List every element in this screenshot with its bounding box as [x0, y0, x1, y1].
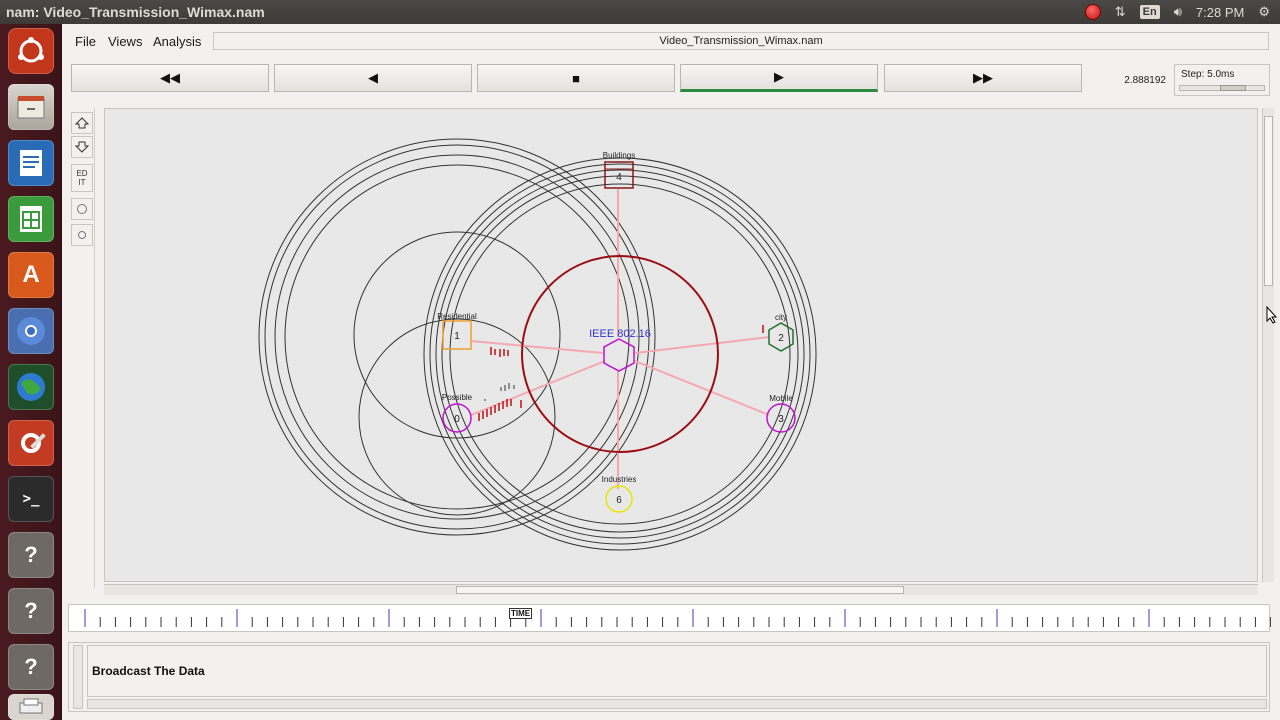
radio-option-2[interactable] — [71, 224, 93, 246]
unknown-app-icon-3[interactable]: ? — [8, 644, 54, 690]
annotation-panel: Broadcast The Data — [68, 642, 1270, 712]
gear-icon[interactable]: ⚙ — [1258, 4, 1270, 20]
network-arrows-icon[interactable]: ⇅ — [1115, 4, 1126, 20]
node-3-number: 3 — [778, 414, 784, 425]
chromium-icon[interactable] — [8, 308, 54, 354]
timeline-marker[interactable]: TIME — [509, 608, 533, 619]
animation-canvas[interactable]: 4 Buildings 1 Residential 0 Possible IEE… — [104, 108, 1258, 582]
globe-icon[interactable] — [8, 364, 54, 410]
base-station-range — [521, 255, 719, 453]
unknown-app-icon-2[interactable]: ? — [8, 588, 54, 634]
window-title: nam: Video_Transmission_Wimax.nam — [6, 4, 265, 20]
timeline-ticks — [84, 609, 1272, 627]
horizontal-scroll-thumb[interactable] — [456, 586, 904, 594]
edit-button[interactable]: ED IT — [71, 164, 93, 192]
node-0-label: Possible — [442, 393, 473, 402]
node-1-label: Residential — [437, 312, 477, 321]
radio-option-1[interactable] — [71, 198, 93, 220]
tool-column: ED IT — [69, 108, 95, 588]
step-slider-thumb[interactable] — [1220, 85, 1246, 91]
network-topology: 4 Buildings 1 Residential 0 Possible IEE… — [258, 138, 817, 551]
software-center-icon[interactable]: A — [8, 252, 54, 298]
zoom-in-icon[interactable] — [71, 112, 93, 134]
launcher: A >_ ? ? ? — [0, 24, 62, 720]
trace-filename: Video_Transmission_Wimax.nam — [213, 32, 1269, 50]
step-back-button[interactable]: ◀ — [274, 64, 472, 92]
fast-forward-button[interactable]: ▶▶ — [884, 64, 1082, 92]
timeline-slider[interactable]: TIME — [68, 604, 1272, 632]
printer-icon[interactable] — [8, 694, 54, 720]
time-readout: 2.888192 — [1124, 74, 1166, 86]
range-circle — [429, 163, 811, 545]
volume-icon[interactable]: 🔊︎ — [1174, 4, 1182, 20]
node-6-number: 6 — [616, 495, 622, 506]
node-2-number: 2 — [778, 333, 784, 344]
annotation-vertical-scrollbar[interactable] — [73, 645, 83, 709]
mouse-cursor-icon — [1266, 306, 1278, 324]
node-5-shape — [603, 338, 635, 372]
step-label: Step: 5.0ms — [1181, 69, 1235, 80]
node-6-label: Industries — [602, 475, 637, 484]
menu-bar: File Views Analysis Video_Transmission_W… — [62, 24, 1280, 60]
annotation-list[interactable]: Broadcast The Data — [87, 645, 1267, 697]
clock[interactable]: 7:28 PM — [1196, 5, 1244, 20]
canvas-vertical-scrollbar[interactable] — [1262, 108, 1274, 582]
node-0-number: 0 — [454, 414, 460, 425]
annotation-horizontal-scrollbar[interactable] — [87, 699, 1267, 709]
system-top-bar: nam: Video_Transmission_Wimax.nam ⇅ En 🔊… — [0, 0, 1280, 24]
record-icon[interactable] — [1084, 4, 1101, 20]
writer-icon[interactable] — [8, 140, 54, 186]
unknown-app-icon-1[interactable]: ? — [8, 532, 54, 578]
step-slider[interactable] — [1179, 85, 1265, 91]
keyboard-language-indicator[interactable]: En — [1139, 5, 1160, 19]
node-4-number: 4 — [616, 172, 622, 183]
node-2-label: city — [775, 313, 787, 322]
node-4-label: Buildings — [603, 151, 635, 160]
ubuntu-dash-icon[interactable] — [8, 28, 54, 74]
settings-icon[interactable] — [8, 420, 54, 466]
vertical-scroll-thumb[interactable] — [1264, 116, 1273, 286]
menu-analysis[interactable]: Analysis — [153, 34, 201, 49]
zoom-out-icon[interactable] — [71, 136, 93, 158]
files-icon[interactable] — [8, 84, 54, 130]
menu-file[interactable]: File — [75, 34, 96, 49]
range-circle — [423, 157, 817, 551]
system-tray: ⇅ En 🔊︎ 7:28 PM ⚙ — [1084, 2, 1270, 22]
canvas-horizontal-scrollbar[interactable] — [104, 584, 1258, 595]
rewind-button[interactable]: ◀◀ — [71, 64, 269, 92]
play-button[interactable]: ▶ — [680, 64, 878, 92]
calc-icon[interactable] — [8, 196, 54, 242]
node-3-label: Mobile — [769, 394, 793, 403]
terminal-icon[interactable]: >_ — [8, 476, 54, 522]
node-5-label: IEEE 802.16 — [589, 328, 651, 340]
stop-button[interactable]: ■ — [477, 64, 675, 92]
node-1-number: 1 — [454, 331, 460, 342]
menu-views[interactable]: Views — [108, 34, 142, 49]
step-control: Step: 5.0ms — [1174, 64, 1270, 96]
annotation-message[interactable]: Broadcast The Data — [92, 664, 205, 678]
